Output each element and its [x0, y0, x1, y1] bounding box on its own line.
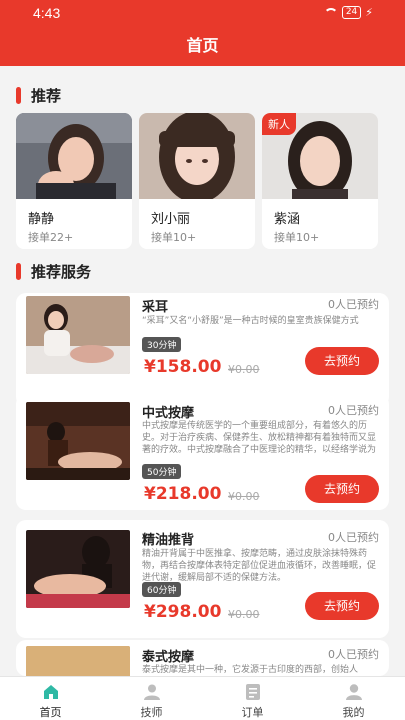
service-original-price: ¥0.00: [228, 608, 260, 621]
therapist-orders: 接单10+: [274, 231, 320, 244]
tab-orders[interactable]: 订单: [202, 677, 303, 720]
therapist-list: 静静 接单22+ 刘小丽 接单10+ 新人 紫涵 接单10+: [16, 113, 382, 249]
service-original-price: ¥0.00: [228, 363, 260, 376]
status-icons: 24 ⚡: [323, 6, 373, 19]
therapist-photo: [16, 113, 132, 199]
home-icon: [44, 685, 58, 699]
service-price: ¥218.00: [144, 484, 222, 504]
service-name: 中式按摩: [142, 406, 195, 421]
service-description: 中式按摩是传统医学的一个重要组成部分，有着悠久的历史。对于治疗疾病、保健养生、放…: [142, 421, 377, 455]
service-card[interactable]: 精油推背 0人已预约 精油开背属于中医推拿、按摩范畴，通过皮肤涂抹特殊药物，再结…: [16, 520, 389, 638]
section-accent-bar: [16, 263, 21, 280]
book-button[interactable]: 去预约: [305, 475, 379, 503]
therapist-orders: 接单22+: [28, 231, 74, 244]
service-photo: [26, 646, 130, 676]
battery-icon: 24: [341, 6, 362, 19]
services-section-header: 推荐服务: [16, 261, 91, 282]
service-duration: 50分钟: [142, 464, 182, 479]
therapist-photo: [139, 113, 255, 199]
service-price: ¥298.00: [144, 602, 222, 622]
therapist-name: 静静: [28, 212, 55, 227]
service-description: 精油开背属于中医推拿、按摩范畴，通过皮肤涂抹特殊药物，再结合按摩体表特定部位促进…: [142, 549, 377, 583]
section-accent-bar: [16, 87, 21, 104]
service-description: “采耳”又名“小舒服”是一种古时候的皇室贵族保健方式: [142, 316, 359, 326]
service-booked-count: 0人已预约: [328, 648, 379, 661]
service-name: 泰式按摩: [142, 650, 195, 665]
status-time: 4:43: [33, 5, 61, 21]
service-name: 精油推背: [142, 533, 195, 548]
service-booked-count: 0人已预约: [328, 404, 379, 417]
tab-label: 技师: [140, 706, 163, 719]
bottom-tab-bar: 首页 技师 订单 我的: [0, 676, 405, 720]
charging-icon: ⚡: [365, 6, 373, 19]
therapist-card[interactable]: 刘小丽 接单10+: [139, 113, 255, 249]
service-price: ¥158.00: [144, 357, 222, 377]
service-photo: [26, 530, 130, 608]
tab-label: 订单: [241, 706, 264, 719]
therapist-card[interactable]: 静静 接单22+: [16, 113, 132, 249]
wifi-icon: [323, 7, 338, 18]
orders-icon: [246, 684, 260, 700]
recommend-section-header: 推荐: [16, 85, 61, 106]
tab-label: 首页: [39, 706, 62, 719]
service-original-price: ¥0.00: [228, 490, 260, 503]
tab-therapists[interactable]: 技师: [101, 677, 202, 720]
therapist-card[interactable]: 新人 紫涵 接单10+: [262, 113, 378, 249]
service-card[interactable]: 采耳 0人已预约 “采耳”又名“小舒服”是一种古时候的皇室贵族保健方式 30分钟…: [16, 293, 389, 407]
recommend-section-title: 推荐: [31, 87, 62, 105]
profile-icon: [346, 684, 362, 700]
status-bar: 4:43 24 ⚡: [0, 0, 405, 26]
service-photo: [26, 296, 130, 374]
tab-home[interactable]: 首页: [0, 677, 101, 720]
tab-profile[interactable]: 我的: [303, 677, 404, 720]
therapist-icon: [144, 684, 160, 700]
service-name: 采耳: [142, 300, 169, 315]
book-button[interactable]: 去预约: [305, 347, 379, 375]
book-button[interactable]: 去预约: [305, 592, 379, 620]
service-card[interactable]: 中式按摩 0人已预约 中式按摩是传统医学的一个重要组成部分，有着悠久的历史。对于…: [16, 394, 389, 510]
new-badge: 新人: [262, 113, 296, 135]
tab-label: 我的: [342, 706, 365, 719]
services-section-title: 推荐服务: [31, 263, 92, 281]
therapist-orders: 接单10+: [151, 231, 197, 244]
page-title: 首页: [186, 36, 219, 55]
service-duration: 30分钟: [142, 337, 182, 352]
service-photo: [26, 402, 130, 480]
service-booked-count: 0人已预约: [328, 531, 379, 544]
nav-bar: 首页: [0, 26, 405, 66]
service-card[interactable]: 泰式按摩 0人已预约 泰式按摩是其中一种，它发源于古印度的西部，创始人: [16, 640, 389, 676]
therapist-name: 紫涵: [274, 212, 301, 227]
service-duration: 60分钟: [142, 582, 182, 597]
service-booked-count: 0人已预约: [328, 298, 379, 311]
service-description: 泰式按摩是其中一种，它发源于古印度的西部，创始人: [142, 665, 359, 675]
therapist-name: 刘小丽: [151, 212, 191, 227]
